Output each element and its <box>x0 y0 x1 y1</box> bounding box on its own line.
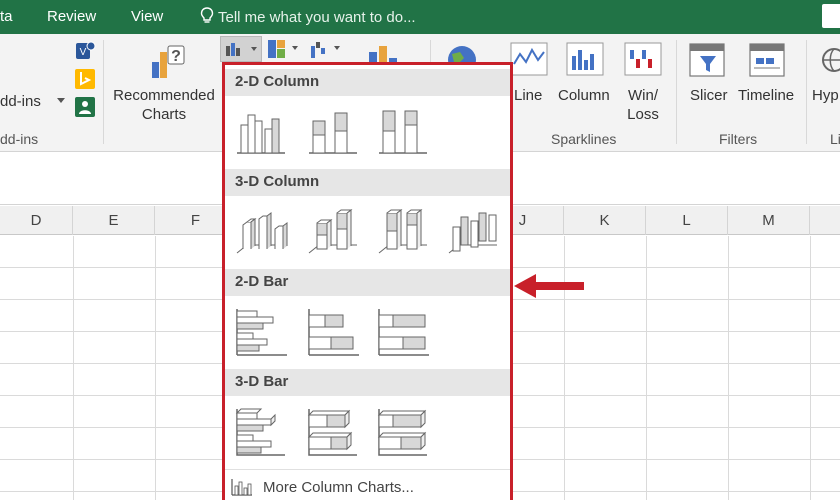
timeline-icon[interactable] <box>748 42 786 78</box>
stacked-bar-icon <box>308 309 359 356</box>
grid-line <box>728 236 729 500</box>
winloss-line1: Win/ <box>628 87 658 104</box>
sparkline-winloss-label[interactable]: Win/ Loss <box>618 86 668 124</box>
recommended-charts-line2: Charts <box>141 106 187 123</box>
chevron-down-icon[interactable] <box>57 98 65 104</box>
column-chart-button[interactable] <box>220 36 262 62</box>
3d-100pct-stacked-bar-option[interactable] <box>375 405 431 457</box>
section-title: 2-D Column <box>235 73 320 90</box>
100pct-stacked-column-icon <box>379 110 427 154</box>
tab-view[interactable]: View <box>131 8 163 25</box>
column-header-l[interactable]: L <box>646 206 728 235</box>
more-column-charts-label: More Column Charts... <box>263 479 414 496</box>
lightbulb-icon <box>200 7 214 23</box>
column-chart-small-icon <box>231 479 252 496</box>
sparkline-line-icon[interactable] <box>510 42 548 76</box>
clustered-bar-option[interactable] <box>233 305 289 357</box>
group-separator <box>676 40 677 144</box>
3d-stacked-bar-option[interactable] <box>305 405 361 457</box>
grid-line <box>646 236 647 500</box>
section-title: 2-D Bar <box>235 273 289 290</box>
3d-clustered-column-option[interactable] <box>233 205 289 257</box>
svg-text:V: V <box>80 47 87 58</box>
addins-group-label: dd-ins <box>0 131 39 147</box>
svg-text:?: ? <box>171 48 181 65</box>
3d-clustered-column-icon <box>236 212 288 254</box>
column-chart-dropdown: 2-D Column 3-D Column 2-D Bar 3-D Bar Mo… <box>222 62 513 500</box>
recommended-charts-icon[interactable]: ? <box>148 40 188 80</box>
bing-icon[interactable] <box>74 68 96 90</box>
column-header-m[interactable]: M <box>728 206 810 235</box>
more-column-charts-item[interactable]: More Column Charts... <box>225 469 510 500</box>
100pct-stacked-bar-icon <box>378 309 429 356</box>
hyperlink-icon[interactable] <box>820 44 840 78</box>
sparklines-group-label: Sparklines <box>551 131 617 147</box>
3d-100pct-stacked-bar-icon <box>377 409 427 456</box>
slicer-label[interactable]: Slicer <box>690 86 728 105</box>
tab-review[interactable]: Review <box>47 8 96 25</box>
3d-stacked-bar-icon <box>307 409 357 456</box>
ribbon-tab-bar: ta Review View Tell me what you want to … <box>0 0 840 34</box>
sparkline-winloss-icon[interactable] <box>624 42 662 76</box>
3d-column-option[interactable] <box>445 205 501 257</box>
3d-stacked-column-option[interactable] <box>305 205 361 257</box>
100pct-stacked-bar-option[interactable] <box>375 305 431 357</box>
column-chart-icon <box>226 43 257 56</box>
hyperlink-label[interactable]: Hyp <box>812 86 839 105</box>
filters-group-label: Filters <box>719 131 758 147</box>
clustered-bar-icon <box>236 309 287 356</box>
section-3d-column: 3-D Column <box>225 169 510 196</box>
timeline-label[interactable]: Timeline <box>738 86 794 105</box>
tell-me-text: Tell me what you want to do... <box>218 9 416 26</box>
people-graph-icon[interactable] <box>74 96 96 118</box>
column-header-d[interactable]: D <box>0 206 73 235</box>
tell-me-search[interactable]: Tell me what you want to do... <box>200 7 416 26</box>
column-header-e[interactable]: E <box>73 206 155 235</box>
sparkline-column-icon[interactable] <box>566 42 604 76</box>
addins-button-label[interactable]: dd-ins <box>0 92 41 111</box>
3d-clustered-bar-option[interactable] <box>233 405 289 457</box>
visio-icon[interactable]: V <box>74 40 96 62</box>
100pct-stacked-column-option[interactable] <box>375 105 431 157</box>
3d-clustered-bar-icon <box>235 408 285 456</box>
column-header-k[interactable]: K <box>564 206 646 235</box>
recommended-charts-line1: Recommended <box>113 87 215 104</box>
3d-100pct-stacked-column-option[interactable] <box>375 205 431 257</box>
grid-line <box>155 236 156 500</box>
waterfall-chart-icon[interactable] <box>308 38 346 60</box>
slicer-icon[interactable] <box>688 42 726 78</box>
links-group-label: Li <box>830 131 840 147</box>
stacked-bar-option[interactable] <box>305 305 361 357</box>
winloss-line2: Loss <box>627 106 659 123</box>
3d-100pct-stacked-column-icon <box>378 209 427 254</box>
section-title: 3-D Column <box>235 173 320 190</box>
grid-line <box>810 236 811 500</box>
3d-stacked-column-icon <box>308 209 357 254</box>
group-separator <box>806 40 807 144</box>
red-arrow-annotation <box>514 274 584 298</box>
window-button[interactable] <box>822 4 840 28</box>
hierarchy-chart-icon[interactable] <box>266 38 304 60</box>
clustered-column-option[interactable] <box>233 105 289 157</box>
section-title: 3-D Bar <box>235 373 289 390</box>
group-separator <box>103 40 104 144</box>
clustered-column-icon <box>237 114 285 154</box>
stacked-column-icon <box>309 112 357 154</box>
recommended-charts-label[interactable]: Recommended Charts <box>108 86 220 124</box>
tab-data[interactable]: ta <box>0 8 13 25</box>
sparkline-column-label[interactable]: Column <box>558 86 610 105</box>
stacked-column-option[interactable] <box>305 105 361 157</box>
sparkline-line-label[interactable]: Line <box>514 86 542 105</box>
section-2d-column: 2-D Column <box>225 69 510 96</box>
3d-column-icon <box>448 212 497 254</box>
section-3d-bar: 3-D Bar <box>225 369 510 396</box>
grid-line <box>73 236 74 500</box>
section-2d-bar: 2-D Bar <box>225 269 510 296</box>
